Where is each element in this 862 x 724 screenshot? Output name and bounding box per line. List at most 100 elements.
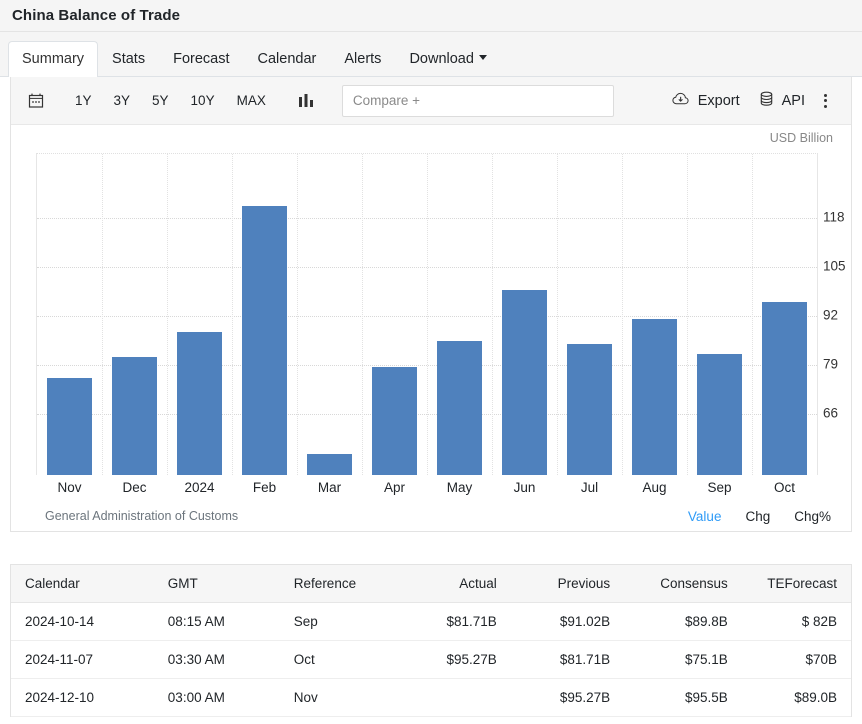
x-axis-tick-label: Feb (253, 480, 276, 495)
cloud-download-icon (671, 90, 691, 112)
chart-area: USD Billion 667992105118 NovDec2024FebMa… (11, 125, 851, 530)
x-axis-tick-label: Mar (318, 480, 341, 495)
chart-bar[interactable] (307, 454, 353, 475)
table-cell-reference: Nov (280, 679, 398, 717)
chart-source: General Administration of Customs (45, 509, 238, 523)
tab-calendar[interactable]: Calendar (244, 41, 331, 78)
tab-bar: Summary Stats Forecast Calendar Alerts Downlo… (0, 32, 862, 77)
tab-label: Forecast (173, 51, 229, 67)
table-row[interactable]: 2024-11-0703:30 AMOct$95.27B$81.71B$75.1… (11, 641, 851, 679)
table-cell-calendar: 2024-10-14 (11, 603, 154, 641)
range-button-max[interactable]: MAX (229, 90, 274, 112)
table-head: CalendarGMTReferenceActualPreviousConsen… (11, 565, 851, 603)
calendar-icon[interactable] (21, 86, 51, 116)
table-column-header[interactable]: Actual (397, 565, 510, 603)
table-cell-actual (397, 679, 510, 717)
x-axis-tick-label: Apr (384, 480, 405, 495)
tab-label: Stats (112, 51, 145, 67)
chart-card: 1Y 3Y5Y 10Y MAX Export (10, 77, 852, 532)
tab-stats[interactable]: Stats (98, 41, 159, 78)
table-column-header[interactable]: Previous (511, 565, 624, 603)
compare-field-wrapper (342, 85, 614, 117)
page-header: China Balance of Trade (0, 0, 862, 32)
export-button[interactable]: Export (662, 84, 749, 118)
table-cell-consensus: $89.8B (624, 603, 742, 641)
range-button-3y[interactable]: 3Y (106, 90, 139, 112)
table-row[interactable]: 2024-12-1003:00 AMNov$95.27B$95.5B$89.0B (11, 679, 851, 717)
tab-forecast[interactable]: Forecast (159, 41, 243, 78)
table-row[interactable]: 2024-10-1408:15 AMSep$81.71B$91.02B$89.8… (11, 603, 851, 641)
chart-bar[interactable] (567, 344, 613, 475)
api-label: API (782, 93, 805, 109)
table-column-header[interactable]: TEForecast (742, 565, 851, 603)
table-cell-previous: $81.71B (511, 641, 624, 679)
table-cell-reference: Sep (280, 603, 398, 641)
chart-toolbar: 1Y 3Y5Y 10Y MAX Export (11, 77, 851, 125)
table-cell-teforecast: $70B (742, 641, 851, 679)
x-axis-tick-label: May (447, 480, 473, 495)
chart-bar[interactable] (372, 367, 418, 475)
table-cell-actual: $95.27B (397, 641, 510, 679)
calendar-table: CalendarGMTReferenceActualPreviousConsen… (11, 565, 851, 717)
metric-toggle-chgpct[interactable]: Chg% (794, 509, 831, 524)
kebab-dot (824, 105, 827, 108)
chart-bar[interactable] (177, 332, 223, 475)
metric-toggle-chg[interactable]: Chg (745, 509, 770, 524)
table-cell-gmt: 03:00 AM (154, 679, 280, 717)
chart-bar[interactable] (502, 290, 548, 475)
page-title: China Balance of Trade (12, 7, 180, 24)
table-cell-calendar: 2024-11-07 (11, 641, 154, 679)
table-cell-actual: $81.71B (397, 603, 510, 641)
range-button-5y[interactable]: 5Y (144, 90, 177, 112)
chart-bar[interactable] (437, 341, 483, 475)
table-cell-consensus: $95.5B (624, 679, 742, 717)
export-label: Export (698, 93, 740, 109)
x-axis-tick-label: Nov (57, 480, 81, 495)
y-axis-tick-label: 92 (823, 307, 838, 322)
table-cell-calendar: 2024-12-10 (11, 679, 154, 717)
y-axis-tick-label: 66 (823, 405, 838, 420)
chart-bar[interactable] (242, 206, 288, 475)
toolbar-right-actions: Export API (662, 84, 837, 118)
bar-chart-icon[interactable] (296, 92, 316, 110)
tab-alerts[interactable]: Alerts (330, 41, 395, 78)
tab-label: Download (409, 51, 474, 67)
x-axis-tick-label: Aug (642, 480, 666, 495)
tab-label: Calendar (258, 51, 317, 67)
calendar-table-wrapper: CalendarGMTReferenceActualPreviousConsen… (10, 564, 852, 717)
table-column-header[interactable]: Consensus (624, 565, 742, 603)
metric-toggle-group: Value Chg Chg% (688, 509, 831, 524)
table-cell-teforecast: $89.0B (742, 679, 851, 717)
chart-unit-label: USD Billion (770, 131, 833, 145)
range-button-1y[interactable]: 1Y (67, 90, 100, 112)
table-cell-gmt: 08:15 AM (154, 603, 280, 641)
tab-label: Alerts (344, 51, 381, 67)
x-axis-tick-label: Dec (122, 480, 146, 495)
database-icon (758, 90, 775, 112)
compare-input[interactable] (342, 85, 614, 117)
metric-toggle-value[interactable]: Value (688, 509, 722, 524)
kebab-menu-icon[interactable] (814, 88, 837, 114)
api-button[interactable]: API (749, 84, 814, 118)
tab-label: Summary (22, 51, 84, 67)
table-column-header[interactable]: GMT (154, 565, 280, 603)
tab-summary[interactable]: Summary (8, 41, 98, 78)
x-axis-tick-label: 2024 (184, 480, 214, 495)
chart-bar[interactable] (632, 319, 678, 475)
tab-download[interactable]: Download (395, 41, 501, 78)
x-axis-tick-label: Sep (707, 480, 731, 495)
x-axis-tick-label: Jul (581, 480, 598, 495)
chart-bar[interactable] (112, 357, 158, 475)
chart-bar[interactable] (697, 354, 743, 476)
range-button-10y[interactable]: 10Y (183, 90, 223, 112)
table-cell-previous: $91.02B (511, 603, 624, 641)
x-axis-tick-label: Jun (514, 480, 536, 495)
table-header-row: CalendarGMTReferenceActualPreviousConsen… (11, 565, 851, 603)
table-column-header[interactable]: Reference (280, 565, 398, 603)
y-axis-tick-label: 118 (823, 209, 845, 224)
chart-x-axis: NovDec2024FebMarAprMayJunJulAugSepOct (37, 480, 817, 500)
y-axis-tick-label: 79 (823, 356, 838, 371)
table-column-header[interactable]: Calendar (11, 565, 154, 603)
chart-bar[interactable] (47, 378, 93, 475)
chart-bar[interactable] (762, 302, 808, 475)
